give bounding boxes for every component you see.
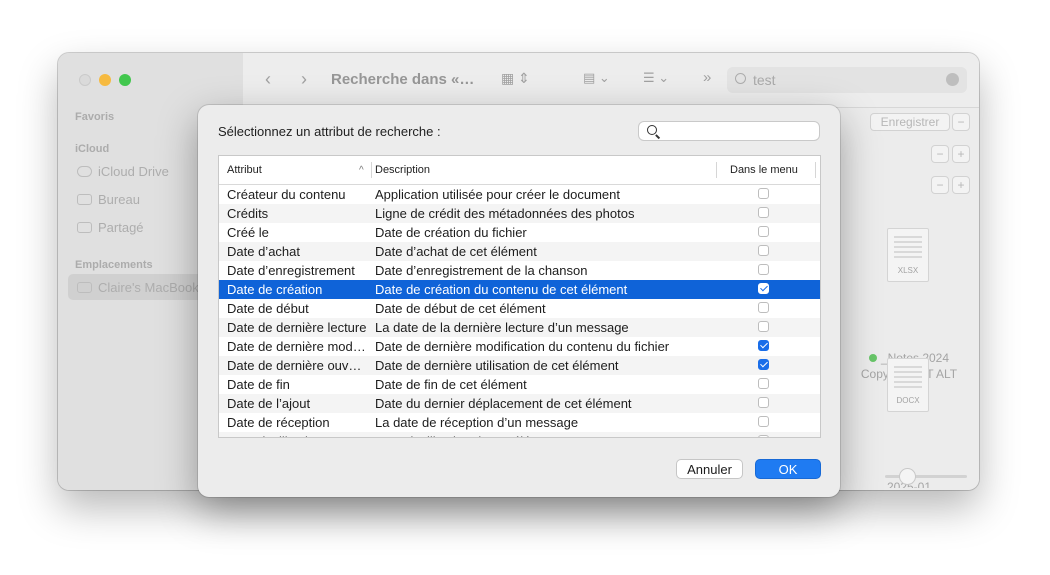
attribute-name-cell: Date de dernière ouverture [227,358,368,373]
attribute-description-cell: Application utilisée pour créer le docum… [375,187,620,202]
table-row[interactable]: Date de l’ajout Date du dernier déplaceme… [219,394,820,413]
attribute-name-cell: Date de l’ajout [227,396,311,411]
attribute-name-cell: Date de dernière lecture [227,320,367,335]
attribute-description-cell: Date du dernier déplacement de cet éléme… [375,396,632,411]
ok-button[interactable]: OK [755,459,821,479]
attribute-name-cell: Date d’achat [227,244,300,259]
in-menu-checkbox[interactable] [758,378,769,389]
table-row[interactable]: Date de réception La date de réception d’… [219,413,820,432]
table-body: Créateur du contenu Application utilisée … [219,185,820,437]
in-menu-checkbox[interactable] [758,416,769,427]
dialog-title: Sélectionnez un attribut de recherche : [218,124,441,139]
attribute-name-cell: Créateur du contenu [227,187,346,202]
attribute-name-cell: Date d’utilisation [227,432,368,437]
column-header-description[interactable]: Description [375,156,430,184]
attribute-description-cell: Date de création du contenu de cet éléme… [375,282,628,297]
table-row[interactable]: Date de dernière modification Date de der… [219,337,820,356]
cancel-button[interactable]: Annuler [676,459,743,479]
in-menu-checkbox[interactable] [758,207,769,218]
in-menu-checkbox[interactable] [758,302,769,313]
column-divider [371,162,372,178]
table-row[interactable]: Date d’enregistrement Date d’enregistreme… [219,261,820,280]
in-menu-checkbox[interactable] [758,397,769,408]
in-menu-checkbox[interactable] [758,226,769,237]
attribute-description-cell: La date de réception d’un message [375,415,579,430]
attribute-description-cell: Date de dernière utilisation de cet élém… [375,358,619,373]
column-divider [815,162,816,178]
in-menu-checkbox[interactable] [758,435,769,437]
table-header: Attribut ^ Description Dans le menu [219,156,820,185]
attribute-name-cell: Crédits [227,206,269,221]
table-row[interactable]: Date de dernière ouverture Date de derniè… [219,356,820,375]
attribute-name-cell: Date de réception [227,415,330,430]
attribute-table: Attribut ^ Description Dans le menu Créa… [218,155,821,438]
attribute-description-cell: La date de la dernière lecture d’un mess… [375,320,629,335]
in-menu-checkbox[interactable] [758,245,769,256]
search-icon [647,125,657,135]
table-row[interactable]: Date de début Date de début de cet élémen… [219,299,820,318]
attribute-search-field[interactable] [638,121,820,141]
table-row[interactable]: Créé le Date de création du fichier [219,223,820,242]
attribute-description-cell: Date de dernière modification du contenu… [375,339,670,354]
table-row[interactable]: Créateur du contenu Application utilisée … [219,185,820,204]
attribute-description-cell: Date de fin de cet élément [375,377,527,392]
in-menu-checkbox[interactable] [758,321,769,332]
sort-ascending-icon: ^ [359,165,364,176]
table-row[interactable]: Date de création Date de création du cont… [219,280,820,299]
table-row[interactable]: Date d’utilisation Date d’utilisation de … [219,432,820,437]
attribute-name-cell: Date de création [227,282,323,297]
attribute-name-cell: Date de fin [227,377,290,392]
attribute-description-cell: Ligne de crédit des métadonnées des phot… [375,206,635,221]
attribute-name-cell: Créé le [227,225,269,240]
in-menu-checkbox[interactable] [758,188,769,199]
attribute-description-cell: Date de création du fichier [375,225,527,240]
attribute-search-input[interactable] [663,123,813,139]
attribute-name-cell: Date de début [227,301,309,316]
column-header-attribute[interactable]: Attribut [227,156,262,184]
table-row[interactable]: Date de dernière lecture La date de la de… [219,318,820,337]
column-header-in-menu[interactable]: Dans le menu [730,156,798,184]
attribute-description-cell: Date d’achat de cet élément [375,244,537,259]
table-row[interactable]: Crédits Ligne de crédit des métadonnées d… [219,204,820,223]
attribute-picker-dialog: Sélectionnez un attribut de recherche : … [198,105,840,497]
attribute-description-cell: Date d’utilisation de cet élément [375,432,755,437]
in-menu-checkbox[interactable] [758,264,769,275]
column-divider [716,162,717,178]
attribute-name-cell: Date d’enregistrement [227,263,355,278]
in-menu-checkbox[interactable] [758,359,769,370]
attribute-description-cell: Date de début de cet élément [375,301,546,316]
attribute-name-cell: Date de dernière modification [227,339,368,354]
table-row[interactable]: Date de fin Date de fin de cet élément [219,375,820,394]
in-menu-checkbox[interactable] [758,340,769,351]
attribute-description-cell: Date d’enregistrement de la chanson [375,263,588,278]
table-row[interactable]: Date d’achat Date d’achat de cet élément [219,242,820,261]
in-menu-checkbox[interactable] [758,283,769,294]
